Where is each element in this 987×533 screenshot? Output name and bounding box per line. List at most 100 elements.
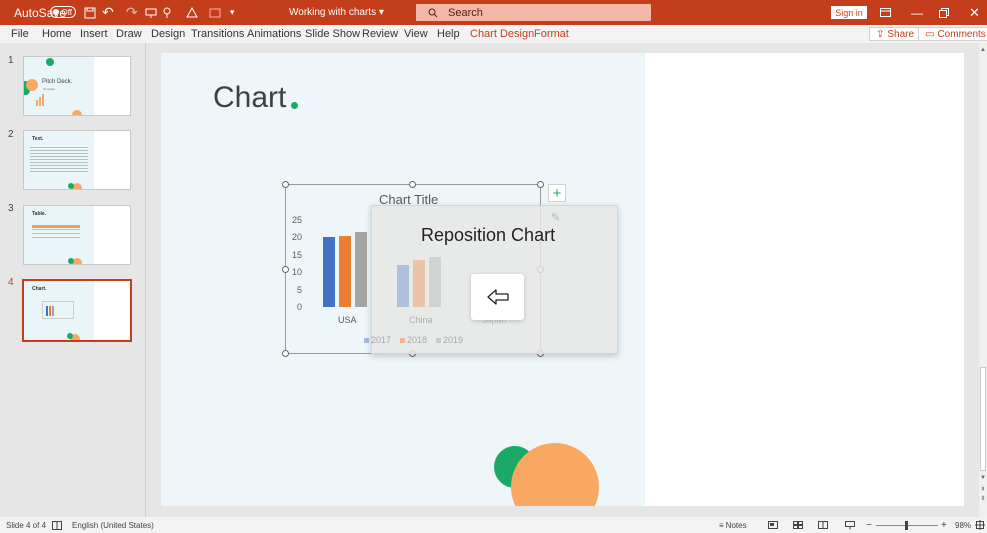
tab-view[interactable]: View xyxy=(404,25,428,43)
shape-icon[interactable] xyxy=(186,0,198,25)
scroll-down-icon[interactable]: ▼ xyxy=(979,475,987,481)
slide-thumbnail-3[interactable]: Table. xyxy=(23,205,131,265)
present-icon[interactable] xyxy=(145,0,157,25)
sign-in-button[interactable]: Sign in xyxy=(831,6,867,19)
bar-usa-2019[interactable] xyxy=(355,232,367,307)
bar-china-2018 xyxy=(413,260,425,307)
slide-title[interactable]: Chart xyxy=(213,81,286,115)
customize-qat-icon[interactable]: ▾ xyxy=(230,0,235,25)
legend-label: 2018 xyxy=(407,335,428,345)
tab-animations[interactable]: Animations xyxy=(247,25,301,43)
zoom-out-icon[interactable]: − xyxy=(866,517,872,533)
y-tick-label: 15 xyxy=(291,250,302,260)
resize-handle[interactable] xyxy=(282,181,289,188)
reading-view-icon[interactable] xyxy=(818,517,828,533)
plus-icon: + xyxy=(552,184,562,202)
slide-number: 3 xyxy=(8,203,14,214)
y-tick-label: 25 xyxy=(291,215,302,225)
thumbnail-title: Text. xyxy=(32,136,44,142)
legend-swatch xyxy=(436,337,441,343)
tab-insert[interactable]: Insert xyxy=(80,25,108,43)
chart-elements-button[interactable]: + xyxy=(548,184,566,202)
share-button[interactable]: ⇪ Share xyxy=(869,27,922,41)
autosave-state: Off xyxy=(61,7,72,17)
tab-review[interactable]: Review xyxy=(362,25,398,43)
thumbnail-dot xyxy=(72,110,82,115)
comment-icon: ▭ xyxy=(925,28,935,40)
resize-handle[interactable] xyxy=(282,350,289,357)
minimize-icon[interactable]: — xyxy=(911,0,923,25)
reposition-arrow-button[interactable] xyxy=(471,274,524,320)
thumbnail-bar xyxy=(39,97,41,106)
notes-button[interactable]: ≡ Notes xyxy=(719,517,747,533)
previous-slide-icon[interactable]: ⇞ xyxy=(979,486,987,493)
slide-sorter-icon[interactable] xyxy=(793,517,803,533)
bar-usa-2018[interactable] xyxy=(339,235,351,307)
tab-draw[interactable]: Draw xyxy=(116,25,142,43)
legend-label: 2017 xyxy=(371,335,392,345)
chart-styles-brush-icon[interactable]: ✎ xyxy=(551,211,560,224)
scrollbar-thumb[interactable] xyxy=(980,367,986,471)
resize-handle[interactable] xyxy=(537,181,544,188)
resize-handle[interactable] xyxy=(282,266,289,273)
touch-mode-icon[interactable] xyxy=(162,0,172,25)
search-box[interactable]: Search xyxy=(416,4,651,21)
title-bar: AutoSave Off ↶ ↷ ▾ Working with charts ▾… xyxy=(0,0,987,25)
document-title[interactable]: Working with charts ▾ xyxy=(289,0,384,25)
thumbnail-bar xyxy=(46,306,48,316)
bar-usa-2017[interactable] xyxy=(323,237,335,307)
bar-china-2017 xyxy=(397,265,409,307)
zoom-slider[interactable] xyxy=(876,517,938,533)
comments-button[interactable]: ▭ Comments xyxy=(918,27,987,41)
thumbnail-dot xyxy=(46,58,54,66)
slide-thumbnail-2[interactable]: Text. xyxy=(23,130,131,190)
decorative-orange-circle-clip xyxy=(511,443,599,506)
slide-counter: Slide 4 of 4 xyxy=(6,520,47,530)
spelling-icon[interactable] xyxy=(52,517,62,533)
close-icon[interactable]: ✕ xyxy=(969,0,980,25)
rectangle-icon[interactable] xyxy=(209,0,221,25)
resize-handle[interactable] xyxy=(409,181,416,188)
legend-swatch xyxy=(364,337,369,343)
y-tick-label: 0 xyxy=(296,302,302,312)
thumbnail-title: Pitch Deck. xyxy=(42,79,73,85)
restore-icon[interactable] xyxy=(939,0,949,25)
language-indicator[interactable]: English (United States) xyxy=(72,517,154,533)
thumbnail-title: Table. xyxy=(32,211,47,217)
tab-format[interactable]: Format xyxy=(534,25,569,43)
legend-swatch xyxy=(400,337,405,343)
zoom-level[interactable]: 98% xyxy=(955,517,971,533)
tab-transitions[interactable]: Transitions xyxy=(191,25,244,43)
slide-number: 1 xyxy=(8,55,14,66)
tab-home[interactable]: Home xyxy=(42,25,71,43)
zoom-in-icon[interactable]: + xyxy=(941,517,947,533)
legend-item-2018: 2018 xyxy=(400,335,427,345)
slide-thumbnail-4[interactable]: Chart. xyxy=(22,279,132,342)
undo-icon[interactable]: ↶ xyxy=(102,0,114,25)
tab-slide-show[interactable]: Slide Show xyxy=(305,25,360,43)
slideshow-icon[interactable] xyxy=(845,517,855,533)
fit-slide-icon[interactable] xyxy=(975,517,985,533)
zoom-slider-thumb[interactable] xyxy=(905,520,908,530)
vertical-scrollbar[interactable]: ▲ ▼ ⇞ ⇟ xyxy=(979,43,987,517)
autosave-toggle[interactable]: Off xyxy=(50,6,76,18)
tab-chart-design[interactable]: Chart Design xyxy=(470,25,534,43)
ribbon-display-icon[interactable] xyxy=(880,0,891,25)
slide-thumbnail-1[interactable]: Pitch Deck. Template xyxy=(23,56,131,116)
thumbnail-dot xyxy=(68,258,74,264)
legend-label: 2019 xyxy=(443,335,464,345)
scroll-up-icon[interactable]: ▲ xyxy=(979,47,987,53)
next-slide-icon[interactable]: ⇟ xyxy=(979,495,987,502)
save-icon[interactable] xyxy=(84,0,96,25)
thumbnail-text-lines xyxy=(30,147,88,173)
share-label: Share xyxy=(887,28,915,40)
tab-design[interactable]: Design xyxy=(151,25,185,43)
tab-file[interactable]: File xyxy=(11,25,29,43)
reposition-chart-title: Reposition Chart xyxy=(421,225,556,245)
y-tick-label: 10 xyxy=(291,267,302,277)
redo-icon[interactable]: ↷ xyxy=(126,0,138,25)
thumbnail-subtitle: Template xyxy=(43,87,56,91)
notes-icon: ≡ xyxy=(719,520,724,530)
tab-help[interactable]: Help xyxy=(437,25,460,43)
normal-view-icon[interactable] xyxy=(768,517,778,533)
